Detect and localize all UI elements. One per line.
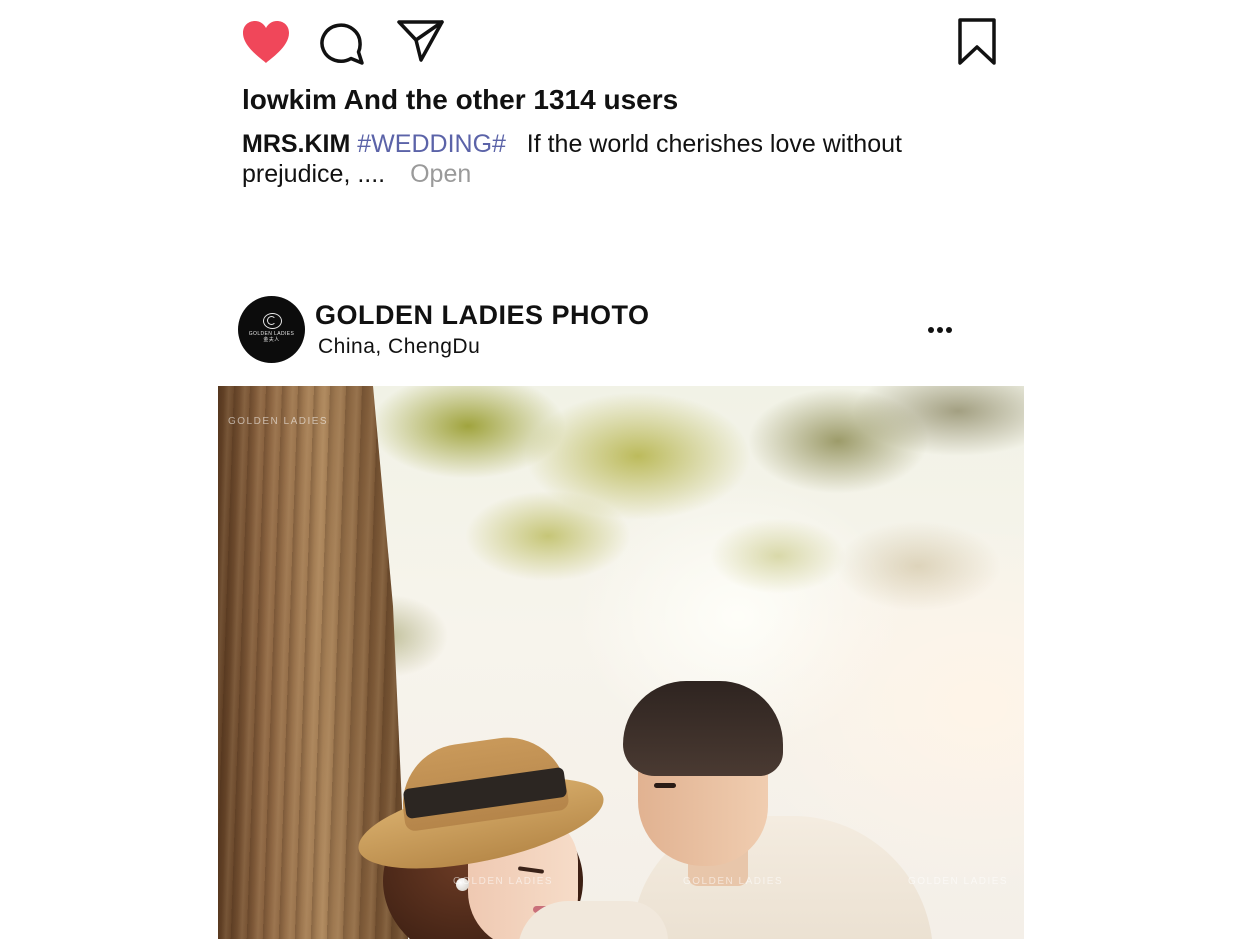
comment-icon[interactable] — [320, 20, 366, 66]
post-header: GOLDEN LADIES 金夫人 GOLDEN LADIES PHOTO Ch… — [0, 290, 1250, 370]
caption-username[interactable]: MRS.KIM — [242, 130, 350, 158]
account-name[interactable]: GOLDEN LADIES PHOTO — [315, 300, 650, 331]
heart-icon[interactable] — [240, 19, 292, 65]
avatar-logo-text: GOLDEN LADIES 金夫人 — [248, 331, 295, 343]
golden-ladies-logo-icon — [263, 313, 282, 329]
photo-watermark: GOLDEN LADIES — [453, 876, 554, 887]
post-action-bar — [0, 0, 1250, 80]
photo-watermark: GOLDEN LADIES — [228, 416, 329, 427]
post-caption: MRS.KIM #WEDDING# If the world cherishes… — [242, 129, 932, 189]
photo-watermark: GOLDEN LADIES — [908, 876, 1009, 887]
post-screen: lowkim And the other 1314 users MRS.KIM … — [0, 0, 1250, 939]
likes-summary[interactable]: lowkim And the other 1314 users — [242, 82, 678, 118]
more-horizontal-icon[interactable] — [922, 318, 958, 340]
caption-hashtag[interactable]: #WEDDING# — [357, 130, 506, 158]
post-photo[interactable]: GOLDEN LADIES GOLDEN LADIES GOLDEN LADIE… — [218, 386, 1024, 939]
caption-open-link[interactable]: Open — [410, 160, 471, 188]
post-location[interactable]: China, ChengDu — [318, 335, 480, 359]
send-icon[interactable] — [396, 18, 446, 64]
avatar[interactable]: GOLDEN LADIES 金夫人 — [238, 296, 305, 363]
bookmark-icon[interactable] — [957, 18, 997, 66]
photo-watermark: GOLDEN LADIES — [683, 876, 784, 887]
